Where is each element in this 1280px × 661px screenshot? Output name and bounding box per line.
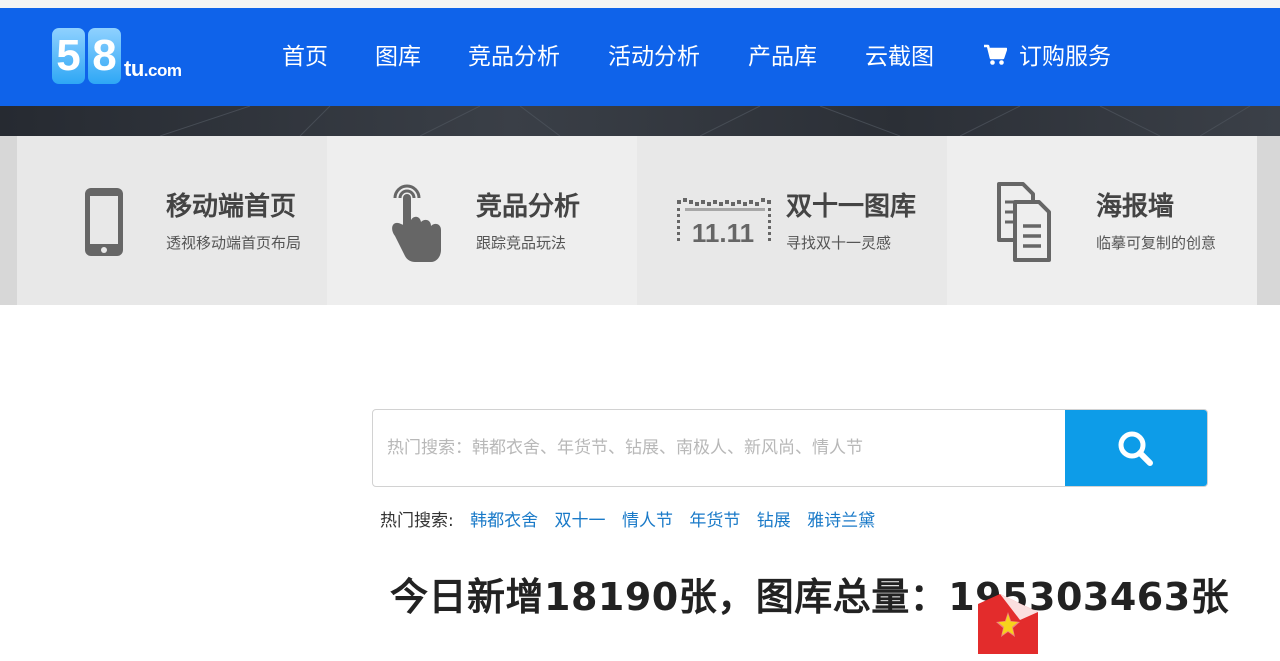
feature-title: 海报墙 xyxy=(1096,192,1175,222)
hot-search-link[interactable]: 钻展 xyxy=(757,511,791,531)
gallery-stats: 今日新增18190张，图库总量：195303463张 xyxy=(390,575,1230,619)
feature-title: 双十一图库 xyxy=(786,192,917,222)
nav-gallery[interactable]: 图库 xyxy=(375,8,421,106)
floating-badge-icon[interactable] xyxy=(978,594,1038,654)
double-eleven-icon: 11.11 xyxy=(677,198,771,248)
nav-home[interactable]: 首页 xyxy=(282,8,328,106)
double-eleven-text: 11.11 xyxy=(692,218,754,248)
hot-search-link[interactable]: 雅诗兰黛 xyxy=(807,511,875,531)
hot-search-link[interactable]: 韩都衣舍 xyxy=(470,511,538,531)
banner-strip xyxy=(0,106,1280,136)
feature-subtitle: 寻找双十一灵感 xyxy=(786,234,892,252)
feature-card-double-eleven[interactable]: 11.11 双十一图库 寻找双十一灵感 xyxy=(637,136,947,305)
shopping-cart-icon xyxy=(984,44,1007,65)
logo-digit-5: 5 xyxy=(52,28,85,84)
logo-wordmark: tu.com xyxy=(124,56,182,81)
documents-icon xyxy=(997,182,1051,262)
site-logo[interactable]: 5 8 tu.com xyxy=(52,28,212,90)
search-icon xyxy=(1118,431,1153,466)
feature-card-competitor[interactable]: 竞品分析 跟踪竞品玩法 xyxy=(327,136,637,305)
search-box xyxy=(372,409,1208,487)
hot-searches-label: 热门搜索: xyxy=(380,511,454,531)
feature-card-mobile-home[interactable]: 移动端首页 透视移动端首页布局 xyxy=(17,136,327,305)
hot-searches: 热门搜索: 韩都衣舍 双十一 情人节 年货节 钻展 雅诗兰黛 xyxy=(380,506,875,531)
browser-top-strip xyxy=(0,0,1280,8)
hot-search-link[interactable]: 年货节 xyxy=(689,511,740,531)
nav-campaign-analysis[interactable]: 活动分析 xyxy=(608,8,700,106)
nav-product-library[interactable]: 产品库 xyxy=(748,8,817,106)
nav-subscribe[interactable]: 订购服务 xyxy=(983,8,1111,106)
touch-hand-icon xyxy=(392,184,441,262)
feature-subtitle: 跟踪竞品玩法 xyxy=(476,234,567,252)
feature-card-poster-wall[interactable]: 海报墙 临摹可复制的创意 xyxy=(947,136,1257,305)
feature-bar: 移动端首页 透视移动端首页布局 竞品分析 跟踪竞品玩法 11.11 双十一图库 … xyxy=(0,136,1280,305)
nav-competitor-analysis[interactable]: 竞品分析 xyxy=(468,8,560,106)
feature-subtitle: 临摹可复制的创意 xyxy=(1096,234,1217,252)
logo-digit-8: 8 xyxy=(88,28,121,84)
hot-search-link[interactable]: 情人节 xyxy=(622,511,673,531)
nav-subscribe-label: 订购服务 xyxy=(1019,44,1111,70)
hot-search-link[interactable]: 双十一 xyxy=(555,511,606,531)
mobile-phone-icon xyxy=(85,188,123,256)
search-input[interactable] xyxy=(373,410,1067,486)
feature-subtitle: 透视移动端首页布局 xyxy=(166,234,302,252)
feature-title: 竞品分析 xyxy=(476,192,581,222)
feature-title: 移动端首页 xyxy=(166,192,297,222)
search-button[interactable] xyxy=(1065,410,1207,486)
nav-cloud-screenshot[interactable]: 云截图 xyxy=(865,8,934,106)
banner-texture xyxy=(159,106,1251,136)
